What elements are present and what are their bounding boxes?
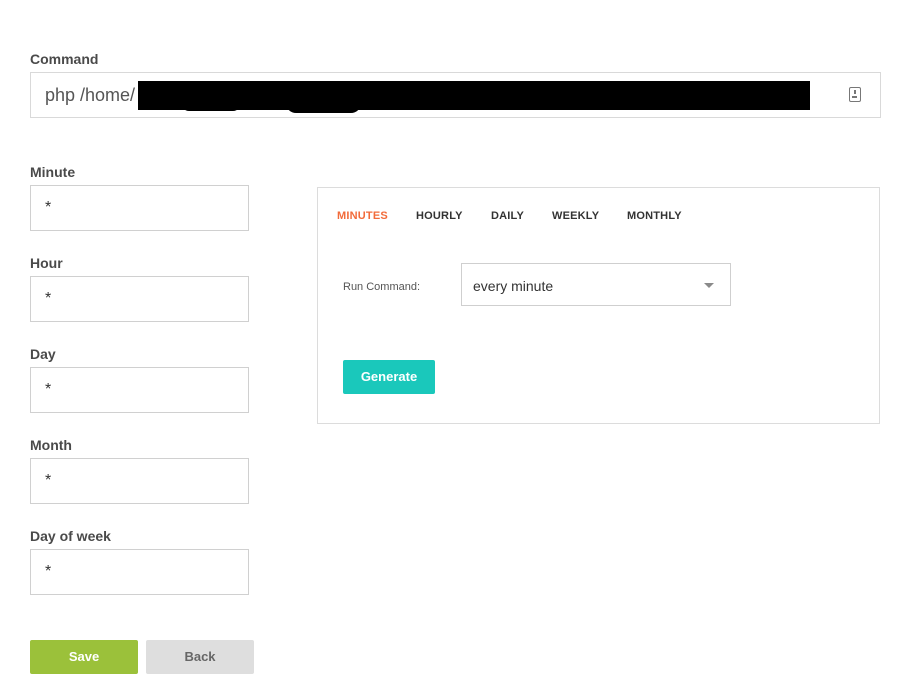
cron-generator-panel: MINUTES HOURLY DAILY WEEKLY MONTHLY Run …	[317, 187, 880, 424]
run-command-value: every minute	[473, 278, 554, 294]
run-command-select[interactable]: every minute	[461, 263, 731, 306]
run-command-label: Run Command:	[343, 281, 421, 293]
tab-minutes[interactable]: MINUTES	[337, 210, 388, 222]
day-field[interactable]: *	[30, 367, 249, 413]
minute-value: *	[45, 199, 52, 216]
month-field[interactable]: *	[30, 458, 249, 504]
day-of-week-label: Day of week	[30, 528, 111, 544]
minute-field[interactable]: *	[30, 185, 249, 231]
chevron-down-icon	[704, 283, 714, 288]
day-of-week-field[interactable]: *	[30, 549, 249, 595]
day-label: Day	[30, 346, 56, 362]
month-label: Month	[30, 437, 72, 453]
back-button[interactable]: Back	[146, 640, 254, 674]
day-value: *	[45, 381, 52, 398]
tab-weekly[interactable]: WEEKLY	[552, 210, 599, 222]
command-value: php /home/	[45, 85, 136, 105]
save-button[interactable]: Save	[30, 640, 138, 674]
hour-value: *	[45, 290, 52, 307]
month-value: *	[45, 472, 52, 489]
clipboard-icon[interactable]	[849, 87, 861, 102]
command-label: Command	[30, 51, 99, 67]
tab-daily[interactable]: DAILY	[491, 210, 524, 222]
minute-label: Minute	[30, 164, 76, 180]
tab-hourly[interactable]: HOURLY	[416, 210, 463, 222]
command-input[interactable]: php /home/	[30, 72, 881, 118]
hour-label: Hour	[30, 255, 63, 271]
hour-field[interactable]: *	[30, 276, 249, 322]
tab-monthly[interactable]: MONTHLY	[627, 210, 682, 222]
day-of-week-value: *	[45, 563, 52, 580]
redaction-mark	[181, 103, 241, 111]
redaction-mark	[286, 103, 361, 113]
generate-button[interactable]: Generate	[343, 360, 435, 394]
